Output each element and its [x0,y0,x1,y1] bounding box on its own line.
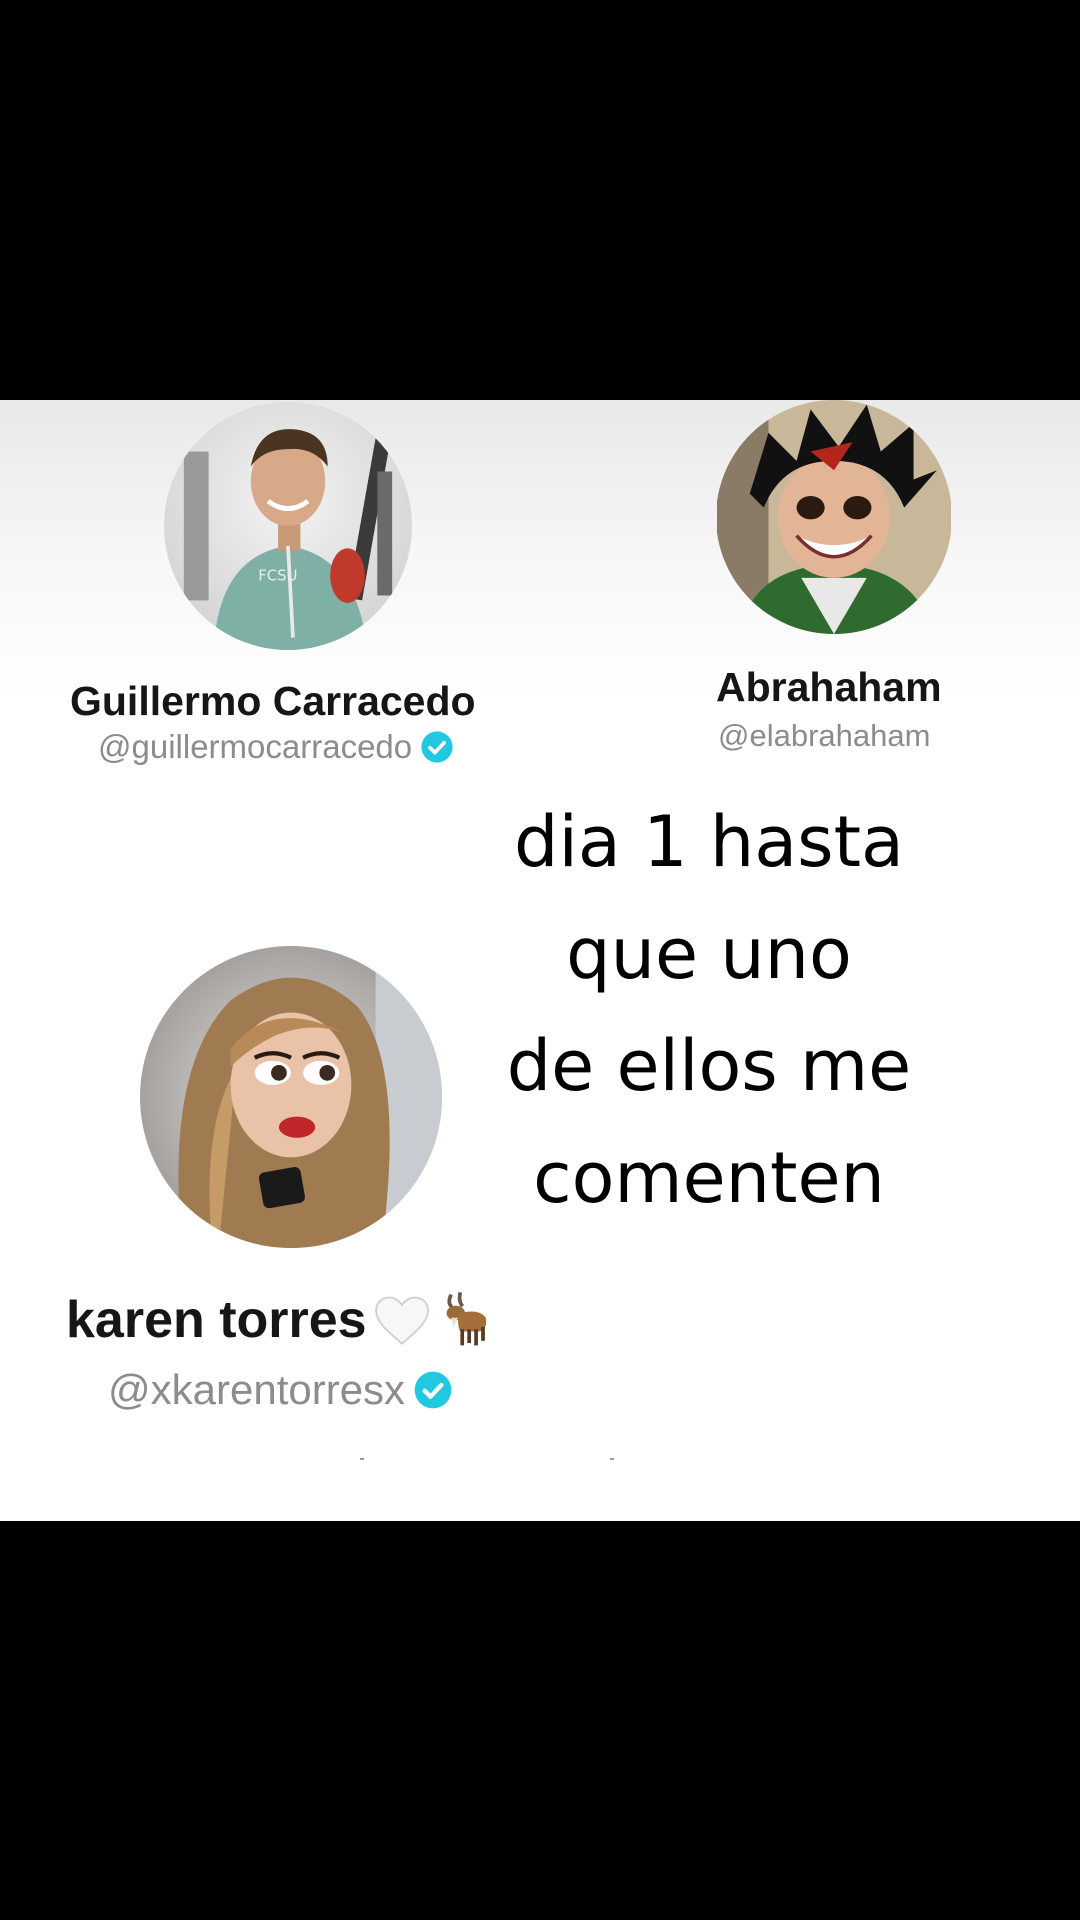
video-frame: FCSU Guillermo Carracedo @guillermocarra… [0,0,1080,1920]
caption-line: comenten [533,1137,885,1219]
profile-avatar-guillermo[interactable]: FCSU [164,402,412,650]
avatar-photo-icon [717,400,951,634]
handle-text: @elabrahaham [718,718,931,753]
profile-name-karen[interactable]: karen torres [66,1290,493,1350]
artifact-dot [360,1458,364,1460]
goat-icon [437,1290,493,1350]
handle-text: @xkarentorresx [108,1366,406,1413]
profile-avatar-abrahaham[interactable] [716,400,952,634]
profile-handle-abrahaham[interactable]: @elabrahaham [718,718,930,754]
verified-badge-icon [413,1370,453,1410]
screenshot-panel: FCSU Guillermo Carracedo @guillermocarra… [0,400,1080,1521]
profile-name-text: karen torres [66,1291,367,1349]
handle-text: @guillermocarracedo [98,728,413,765]
profile-name-guillermo[interactable]: Guillermo Carracedo [70,678,476,725]
svg-text:FCSU: FCSU [258,567,297,585]
caption-line: dia 1 hasta [514,801,904,883]
artifact-dot [610,1458,614,1460]
avatar-photo-icon: FCSU [164,402,412,650]
caption-line: de ellos me [506,1025,912,1107]
profile-handle-karen[interactable]: @xkarentorresx [108,1366,453,1414]
profile-avatar-karen[interactable] [140,946,442,1248]
profile-handle-guillermo[interactable]: @guillermocarracedo [98,728,454,766]
profile-name-abrahaham[interactable]: Abrahaham [716,664,942,711]
overlay-caption: dia 1 hasta que uno de ellos me comenten [474,786,944,1234]
verified-badge-icon [420,730,454,764]
caption-line: que uno [566,913,852,995]
avatar-doll-icon [140,946,442,1248]
white-heart-icon [373,1294,431,1346]
